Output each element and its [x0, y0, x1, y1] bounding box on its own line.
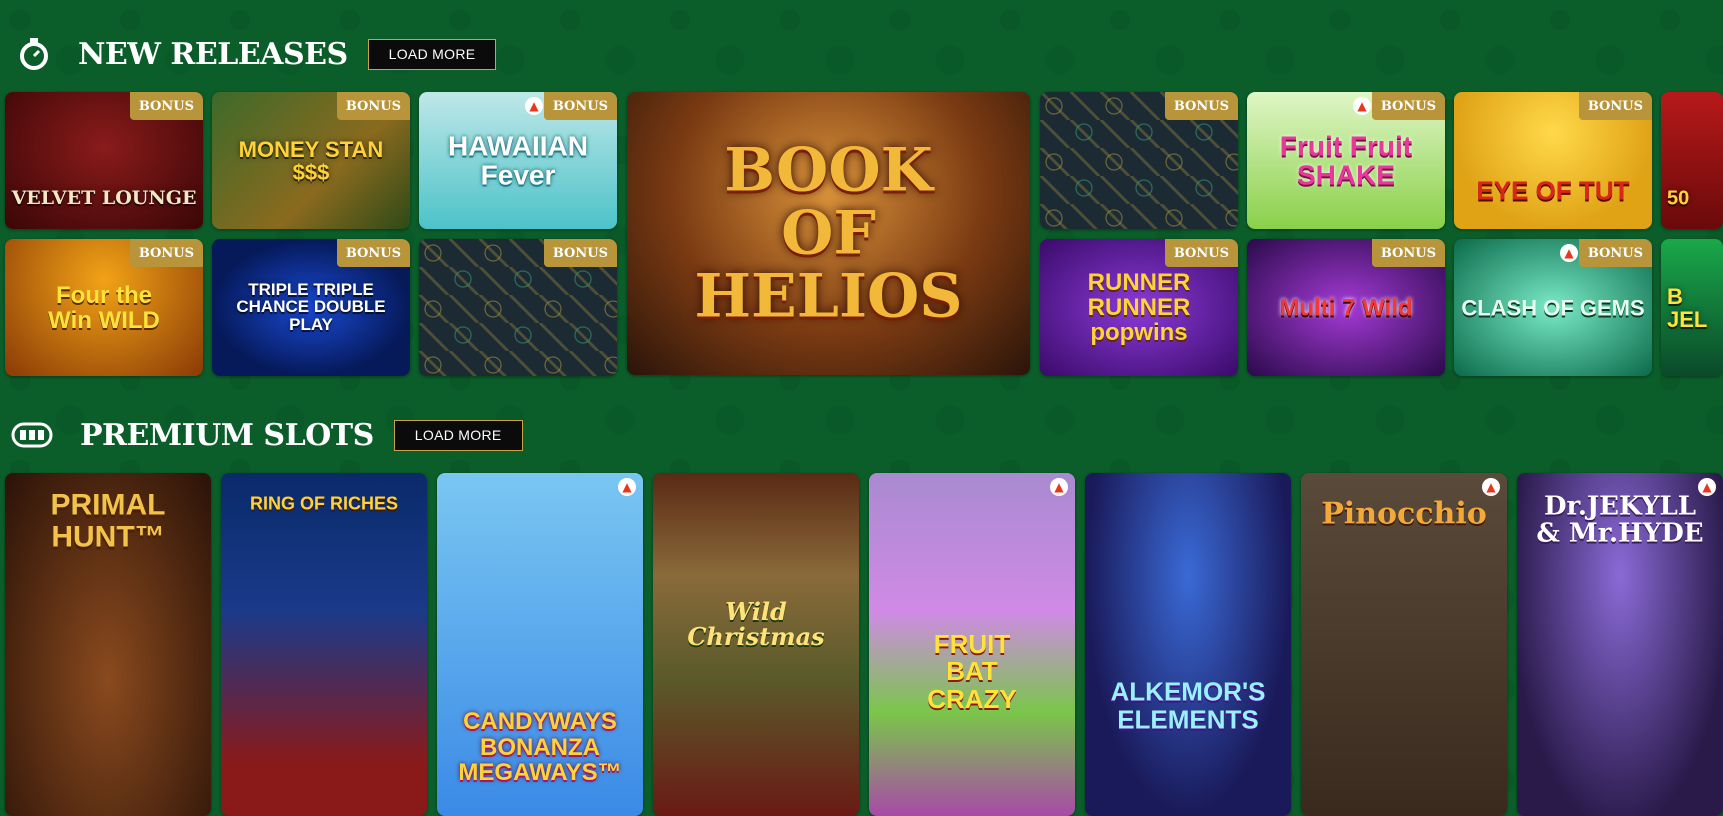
game-title: Pinocchio	[1321, 496, 1487, 532]
bonus-badge: BONUS	[336, 239, 410, 267]
game-title: PRIMAL HUNT™	[50, 488, 166, 554]
game-title: FRUIT BAT CRAZY	[927, 628, 1017, 714]
bonus-badge: BONUS	[1371, 239, 1445, 267]
game-title: CLASH OF GEMS	[1461, 294, 1645, 320]
slot-machine-icon	[10, 415, 54, 455]
game-tile-wild-christmas[interactable]: Wild Christmas	[653, 473, 859, 816]
game-title: Wild Christmas	[687, 596, 825, 651]
game-tile-alkemors-elements[interactable]: ALKEMOR'S ELEMENTS	[1085, 473, 1291, 816]
new-releases-load-more-button[interactable]: LOAD MORE	[367, 38, 497, 70]
game-title: EYE OF TUT	[1476, 174, 1630, 205]
flame-icon: ▲	[1352, 95, 1372, 117]
bonus-badge: BONUS	[1164, 92, 1238, 120]
game-tile-clash-of-gems[interactable]: CLASH OF GEMS BONUS ▲	[1454, 239, 1652, 376]
game-title: Four the Win WILD	[48, 281, 160, 334]
game-title: CANDYWAYS BONANZA MEGAWAYS™	[458, 708, 622, 786]
flame-icon: ▲	[1559, 242, 1579, 264]
game-title: RUNNER RUNNER popwins	[1087, 268, 1191, 347]
bonus-badge: BONUS	[1164, 239, 1238, 267]
flame-icon: ▲	[1697, 476, 1717, 498]
game-tile-eye-of-tut[interactable]: EYE OF TUT BONUS	[1454, 92, 1652, 229]
game-title: RING OF RICHES	[249, 493, 398, 514]
flame-icon: ▲	[617, 476, 637, 498]
game-tile-pinocchio[interactable]: Pinocchio ▲	[1301, 473, 1507, 816]
bonus-badge: BONUS	[1371, 92, 1445, 120]
game-tile-candyways-bonanza[interactable]: CANDYWAYS BONANZA MEGAWAYS™ ▲	[437, 473, 643, 816]
game-title: Multi 7 Wild	[1279, 293, 1413, 321]
premium-slots-load-more-button[interactable]: LOAD MORE	[393, 419, 523, 451]
game-title: HAWAIIAN Fever	[448, 130, 588, 191]
game-tile-pattern-1[interactable]: BONUS	[1040, 92, 1238, 229]
game-tile-money-stan[interactable]: MONEY STAN $$$ BONUS	[212, 92, 410, 229]
game-tile-primal-hunt[interactable]: PRIMAL HUNT™	[5, 473, 211, 816]
bonus-badge: BONUS	[129, 239, 203, 267]
game-title: MONEY STAN $$$	[238, 136, 384, 185]
bonus-badge: BONUS	[336, 92, 410, 120]
game-title: VELVET LOUNGE	[11, 186, 197, 209]
game-tile-fruit-bat-crazy[interactable]: FRUIT BAT CRAZY ▲	[869, 473, 1075, 816]
flame-icon: ▲	[1481, 476, 1501, 498]
bonus-badge: BONUS	[1578, 239, 1652, 267]
game-title: TRIPLE TRIPLE CHANCE DOUBLE PLAY	[236, 279, 386, 335]
flame-icon: ▲	[524, 95, 544, 117]
game-tile-triple-triple-chance[interactable]: TRIPLE TRIPLE CHANCE DOUBLE PLAY BONUS	[212, 239, 410, 376]
game-title: 50	[1667, 187, 1690, 210]
bonus-badge: BONUS	[543, 239, 617, 267]
game-tile-dr-jekyll-mr-hyde[interactable]: Dr.JEKYLL & Mr.HYDE ▲	[1517, 473, 1723, 816]
game-tile-fruit-fruit-shake[interactable]: Fruit Fruit SHAKE BONUS ▲	[1247, 92, 1445, 229]
new-releases-header: NEW RELEASES LOAD MORE	[14, 34, 497, 74]
game-title: ALKEMOR'S ELEMENTS	[1110, 676, 1266, 735]
premium-slots-header: PREMIUM SLOTS LOAD MORE	[10, 415, 523, 455]
game-tile-runner-runner[interactable]: RUNNER RUNNER popwins BONUS	[1040, 239, 1238, 376]
game-tile-velvet-lounge[interactable]: VELVET LOUNGE BONUS	[5, 92, 203, 229]
bonus-badge: BONUS	[1578, 92, 1652, 120]
new-releases-title: NEW RELEASES	[78, 36, 348, 72]
game-tile-ring-of-riches[interactable]: RING OF RICHES	[221, 473, 427, 816]
game-title: Dr.JEKYLL & Mr.HYDE	[1536, 491, 1704, 550]
game-tile-partial-50[interactable]: 50	[1661, 92, 1723, 229]
game-tile-book-of-helios[interactable]: BOOK OF HELIOS	[627, 92, 1030, 375]
game-tile-four-the-win-wild[interactable]: Four the Win WILD BONUS	[5, 239, 203, 376]
stopwatch-icon	[14, 34, 54, 74]
game-title: BOOK OF HELIOS	[694, 135, 963, 331]
game-tile-partial-b-jel[interactable]: B JEL	[1661, 239, 1723, 376]
premium-slots-title: PREMIUM SLOTS	[80, 417, 374, 453]
flame-icon: ▲	[1049, 476, 1069, 498]
game-title: B JEL	[1667, 283, 1708, 332]
bonus-badge: BONUS	[129, 92, 203, 120]
game-tile-multi-7-wild[interactable]: Multi 7 Wild BONUS	[1247, 239, 1445, 376]
game-tile-pattern-2[interactable]: BONUS	[419, 239, 617, 376]
game-tile-hawaiian-fever[interactable]: HAWAIIAN Fever BONUS ▲	[419, 92, 617, 229]
bonus-badge: BONUS	[543, 92, 617, 120]
game-title: Fruit Fruit SHAKE	[1279, 130, 1413, 191]
